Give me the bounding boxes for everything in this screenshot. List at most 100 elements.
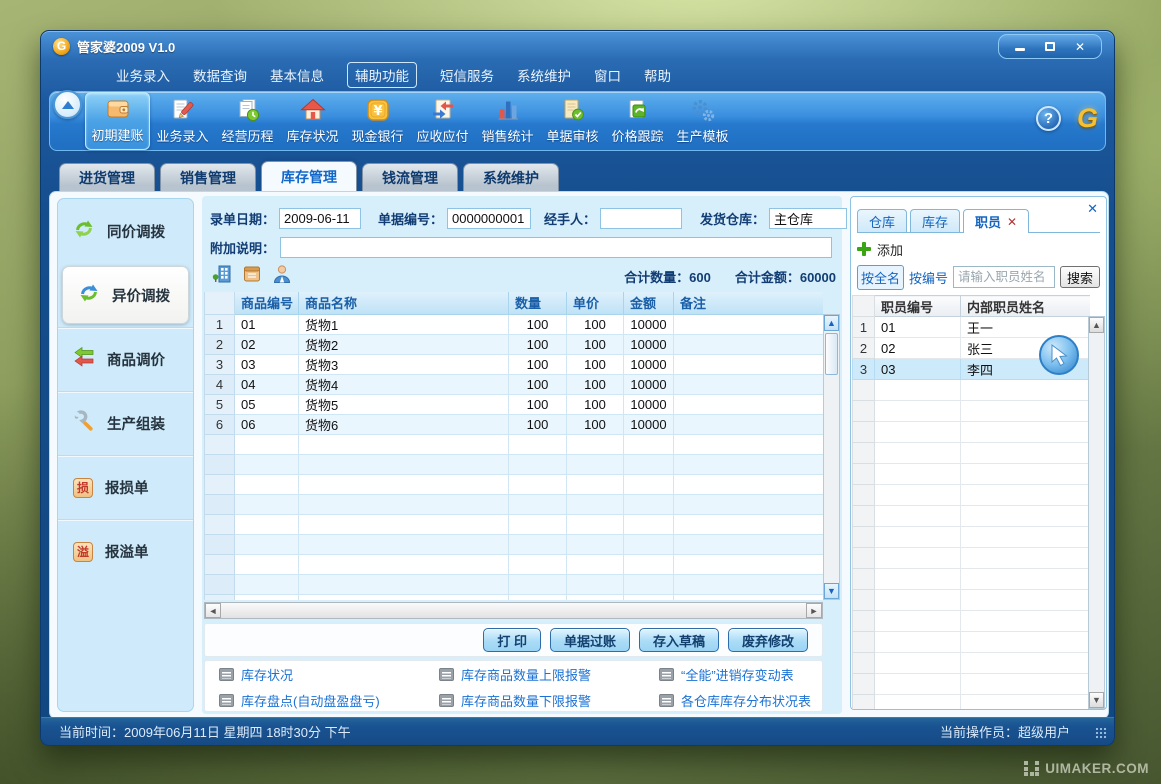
note-input[interactable] [280, 237, 832, 258]
table-row-empty [853, 422, 1091, 443]
document-form: 录单日期： 单据编号： 经手人： 发货仓库： [202, 196, 842, 714]
maximize-button[interactable] [1037, 38, 1063, 55]
post-document-button[interactable]: 单据过账 [550, 628, 630, 652]
warehouse-input[interactable] [769, 208, 847, 229]
collapse-toolbar-button[interactable] [53, 90, 82, 119]
col-amount[interactable]: 金额 [624, 292, 674, 314]
scroll-down-icon[interactable]: ▼ [1089, 692, 1104, 708]
warehouse-label: 发货仓库： [700, 209, 765, 228]
menu-window[interactable]: 窗口 [594, 65, 621, 85]
date-input[interactable] [279, 208, 361, 229]
menu-basic-info[interactable]: 基本信息 [270, 65, 324, 85]
save-draft-button[interactable]: 存入草稿 [639, 628, 719, 652]
link-warehouse-distribution[interactable]: 各仓库库存分布状况表 [659, 691, 822, 710]
picker-tab-warehouse[interactable]: 仓库 [857, 209, 907, 232]
date-label: 录单日期： [210, 209, 275, 228]
table-row[interactable]: 4 04 货物4 100 100 10000 [205, 374, 824, 394]
table-row[interactable]: 5 05 货物5 100 100 10000 [205, 394, 824, 414]
col-item-name[interactable]: 商品名称 [299, 292, 509, 314]
col-staff-code[interactable]: 职员编号 [875, 296, 961, 317]
menu-sms[interactable]: 短信服务 [440, 65, 494, 85]
search-by-name-toggle[interactable]: 按全名 [857, 265, 904, 290]
report-icon [659, 668, 674, 681]
search-button[interactable]: 搜索 [1060, 266, 1100, 288]
menu-help[interactable]: 帮助 [644, 65, 671, 85]
col-qty[interactable]: 数量 [509, 292, 567, 314]
goods-picker-icon[interactable] [242, 264, 262, 289]
link-stocktake[interactable]: 库存盘点(自动盘盈盘亏) [219, 691, 439, 710]
link-inventory-status[interactable]: 库存状况 [219, 665, 439, 684]
items-horizontal-scrollbar[interactable]: ◄ ► [204, 602, 823, 619]
report-icon [219, 694, 234, 707]
tab-close-icon[interactable]: ✕ [1007, 215, 1017, 229]
sidebar-item-price-adjust[interactable]: 商品调价 [58, 327, 193, 391]
handler-input[interactable] [600, 208, 682, 229]
tab-cashflow[interactable]: 钱流管理 [362, 163, 458, 191]
sidebar-item-diff-price-transfer[interactable]: 异价调拨 [62, 266, 189, 324]
toolbar-cash-bank[interactable]: ¥ 现金银行 [345, 92, 410, 150]
table-row[interactable]: 3 03 货物3 100 100 10000 [205, 354, 824, 374]
scroll-up-icon[interactable]: ▲ [824, 315, 839, 331]
content-area: 同价调拨 异价调拨 商品调价 生产组装 损 报损单 [49, 191, 1109, 719]
col-price[interactable]: 单价 [567, 292, 624, 314]
col-item-code[interactable]: 商品编号 [235, 292, 299, 314]
tab-sales[interactable]: 销售管理 [160, 163, 256, 191]
menu-data-query[interactable]: 数据查询 [193, 65, 247, 85]
items-vertical-scrollbar[interactable]: ▲ ▼ [823, 314, 840, 600]
minimize-button[interactable] [1007, 38, 1033, 55]
report-links: 库存状况 库存商品数量上限报警 “全能”进销存变动表 库存盘点(自动盘盈盘亏) … [204, 660, 823, 712]
tab-system[interactable]: 系统维护 [463, 163, 559, 191]
scroll-left-icon[interactable]: ◄ [205, 603, 221, 618]
menu-business-entry[interactable]: 业务录入 [116, 65, 170, 85]
table-row[interactable]: 2 02 货物2 100 100 10000 [205, 334, 824, 354]
scroll-thumb[interactable] [825, 333, 838, 375]
staff-picker-icon[interactable] [272, 264, 292, 289]
table-row[interactable]: 1 01 货物1 100 100 10000 [205, 314, 824, 334]
discard-changes-button[interactable]: 废弃修改 [728, 628, 808, 652]
menu-system-maintenance[interactable]: 系统维护 [517, 65, 571, 85]
picker-tab-inventory[interactable]: 库存 [910, 209, 960, 232]
table-row[interactable]: 6 06 货物6 100 100 10000 [205, 414, 824, 434]
link-all-in-one-report[interactable]: “全能”进销存变动表 [659, 665, 822, 684]
staff-search-input[interactable] [953, 266, 1055, 288]
wrench-icon [73, 410, 95, 437]
link-upper-limit-alert[interactable]: 库存商品数量上限报警 [439, 665, 659, 684]
staff-vertical-scrollbar[interactable]: ▲ ▼ [1088, 316, 1105, 709]
search-by-code-toggle[interactable]: 按编号 [909, 268, 948, 287]
scroll-right-icon[interactable]: ► [806, 603, 822, 618]
link-lower-limit-alert[interactable]: 库存商品数量下限报警 [439, 691, 659, 710]
scroll-down-icon[interactable]: ▼ [824, 583, 839, 599]
picker-tab-staff[interactable]: 职员✕ [963, 209, 1029, 233]
toolbar-doc-audit[interactable]: 单据审核 [540, 92, 605, 150]
table-row-empty [853, 527, 1091, 548]
toolbar-price-tracking[interactable]: 价格跟踪 [605, 92, 670, 150]
sidebar-item-overflow-report[interactable]: 溢 报溢单 [58, 519, 193, 583]
warehouse-picker-icon[interactable] [212, 264, 232, 289]
doc-no-input[interactable] [447, 208, 531, 229]
close-button[interactable]: ✕ [1067, 38, 1093, 55]
cursor-pointer-icon [1036, 332, 1082, 378]
sidebar-item-loss-report[interactable]: 损 报损单 [58, 455, 193, 519]
print-button[interactable]: 打 印 [483, 628, 541, 652]
tab-inventory[interactable]: 库存管理 [261, 161, 357, 191]
toolbar-history[interactable]: 经营历程 [215, 92, 280, 150]
toolbar-inventory-status[interactable]: 库存状况 [280, 92, 345, 150]
app-logo-icon: G [53, 38, 70, 55]
col-note[interactable]: 备注 [674, 292, 824, 314]
toolbar-production-template[interactable]: 生产模板 [670, 92, 735, 150]
toolbar-payables[interactable]: 应收应付 [410, 92, 475, 150]
menu-auxiliary[interactable]: 辅助功能 [347, 62, 417, 88]
report-icon [659, 694, 674, 707]
tab-purchase[interactable]: 进货管理 [59, 163, 155, 191]
chevron-up-icon [62, 101, 74, 109]
toolbar-business-entry[interactable]: 业务录入 [150, 92, 215, 150]
toolbar-initial-setup[interactable]: 初期建账 [85, 92, 150, 150]
scroll-up-icon[interactable]: ▲ [1089, 317, 1104, 333]
toolbar-sales-stats[interactable]: 销售统计 [475, 92, 540, 150]
sidebar-item-production-assembly[interactable]: 生产组装 [58, 391, 193, 455]
help-icon[interactable]: ? [1036, 106, 1061, 131]
resize-grip[interactable] [1095, 727, 1107, 739]
col-staff-name[interactable]: 内部职员姓名 [961, 296, 1091, 317]
add-staff-button[interactable]: 添加 [877, 240, 903, 259]
sidebar-item-same-price-transfer[interactable]: 同价调拨 [58, 199, 193, 263]
